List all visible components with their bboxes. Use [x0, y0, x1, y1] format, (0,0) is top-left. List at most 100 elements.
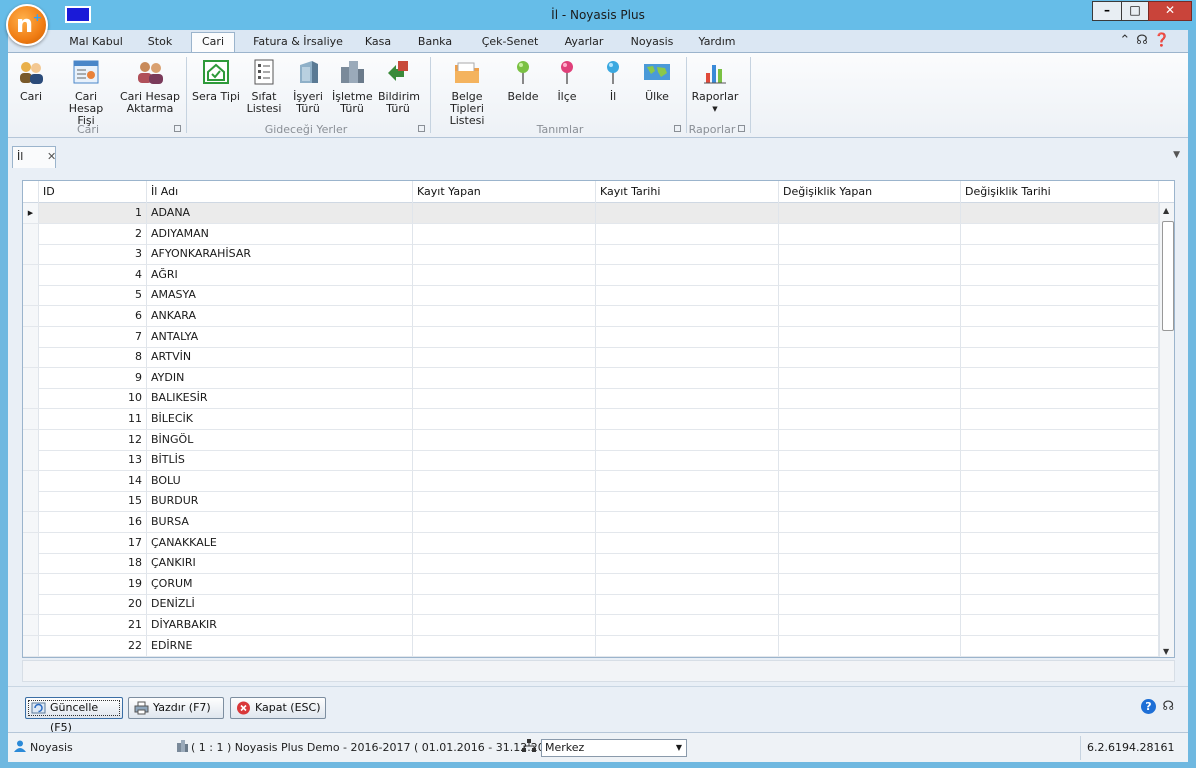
table-row[interactable]: 20 DENİZLİ — [23, 594, 1159, 616]
cell-kayit-yapan[interactable] — [413, 244, 596, 265]
cell-kayit-yapan[interactable] — [413, 306, 596, 326]
row-indicator[interactable] — [23, 553, 39, 574]
cell-id[interactable]: 5 — [39, 285, 147, 306]
cell-id[interactable]: 13 — [39, 450, 147, 471]
cell-kayit-tarihi[interactable] — [596, 553, 779, 574]
il-button[interactable]: İl — [596, 59, 630, 103]
cell-kayit-yapan[interactable] — [413, 285, 596, 306]
cell-il-adi[interactable]: AMASYA — [147, 285, 413, 306]
collapse-ribbon-icon[interactable]: ⌃ — [1119, 33, 1136, 48]
tab-banka[interactable]: Banka — [412, 33, 458, 52]
table-row[interactable]: 11 BİLECİK — [23, 409, 1159, 430]
cell-id[interactable]: 15 — [39, 491, 147, 512]
cell-degisiklik-yapan[interactable] — [779, 285, 961, 306]
cell-il-adi[interactable]: BURDUR — [147, 491, 413, 512]
cell-id[interactable]: 1 — [39, 203, 147, 223]
cell-il-adi[interactable]: ANTALYA — [147, 326, 413, 347]
cell-kayit-yapan[interactable] — [413, 223, 596, 244]
cell-kayit-tarihi[interactable] — [596, 367, 779, 388]
col-header-degisiklik-yapan[interactable]: Değişiklik Yapan — [779, 181, 961, 203]
cell-kayit-tarihi[interactable] — [596, 532, 779, 553]
cell-degisiklik-yapan[interactable] — [779, 326, 961, 347]
cell-degisiklik-tarihi[interactable] — [961, 429, 1159, 450]
cell-kayit-tarihi[interactable] — [596, 409, 779, 429]
cell-kayit-tarihi[interactable] — [596, 326, 779, 347]
cell-degisiklik-tarihi[interactable] — [961, 409, 1159, 429]
cell-degisiklik-yapan[interactable] — [779, 470, 961, 491]
cell-kayit-yapan[interactable] — [413, 409, 596, 429]
cell-degisiklik-tarihi[interactable] — [961, 450, 1159, 471]
cell-degisiklik-yapan[interactable] — [779, 491, 961, 512]
raporlar-group-launcher[interactable] — [738, 125, 745, 132]
table-row[interactable]: 6 ANKARA — [23, 306, 1159, 327]
table-row[interactable]: 9 AYDIN — [23, 367, 1159, 389]
cell-degisiklik-tarihi[interactable] — [961, 470, 1159, 491]
cell-kayit-yapan[interactable] — [413, 203, 596, 223]
cell-id[interactable]: 18 — [39, 553, 147, 574]
cell-il-adi[interactable]: BİNGÖL — [147, 429, 413, 450]
cell-degisiklik-tarihi[interactable] — [961, 285, 1159, 306]
cell-degisiklik-tarihi[interactable] — [961, 306, 1159, 326]
cell-id[interactable]: 19 — [39, 573, 147, 594]
cell-degisiklik-yapan[interactable] — [779, 223, 961, 244]
table-row[interactable]: 10 BALIKESİR — [23, 388, 1159, 410]
data-grid[interactable]: ID İl Adı Kayıt Yapan Kayıt Tarihi Değiş… — [22, 180, 1175, 658]
table-row[interactable]: 14 BOLU — [23, 470, 1159, 492]
table-row[interactable]: 17 ÇANAKKALE — [23, 532, 1159, 554]
cell-kayit-tarihi[interactable] — [596, 512, 779, 532]
col-header-il-adi[interactable]: İl Adı — [147, 181, 413, 203]
row-indicator[interactable] — [23, 388, 39, 409]
cell-degisiklik-tarihi[interactable] — [961, 367, 1159, 388]
cell-kayit-tarihi[interactable] — [596, 429, 779, 450]
close-tab-icon[interactable]: ✕ — [47, 147, 56, 167]
cell-id[interactable]: 10 — [39, 388, 147, 409]
cell-degisiklik-yapan[interactable] — [779, 306, 961, 326]
row-indicator[interactable] — [23, 635, 39, 656]
table-row[interactable]: 19 ÇORUM — [23, 573, 1159, 595]
support-icon[interactable]: ☊ — [1136, 33, 1154, 48]
tab-stok[interactable]: Stok — [138, 33, 182, 52]
bildirim-turu-button[interactable]: Bildirim Türü — [378, 59, 420, 115]
cell-degisiklik-yapan[interactable] — [779, 594, 961, 615]
app-logo-icon[interactable]: n + — [6, 4, 48, 46]
cell-degisiklik-tarihi[interactable] — [961, 347, 1159, 368]
ulke-button[interactable]: Ülke — [640, 59, 674, 103]
cell-degisiklik-yapan[interactable] — [779, 244, 961, 265]
cell-id[interactable]: 21 — [39, 615, 147, 635]
cell-kayit-tarihi[interactable] — [596, 470, 779, 491]
row-indicator[interactable] — [23, 615, 39, 635]
cell-kayit-tarihi[interactable] — [596, 615, 779, 635]
row-indicator[interactable] — [23, 470, 39, 491]
belde-button[interactable]: Belde — [506, 59, 540, 103]
cell-id[interactable]: 11 — [39, 409, 147, 429]
table-row[interactable]: 12 BİNGÖL — [23, 429, 1159, 451]
cell-degisiklik-tarihi[interactable] — [961, 244, 1159, 265]
cell-kayit-yapan[interactable] — [413, 594, 596, 615]
cell-kayit-yapan[interactable] — [413, 388, 596, 409]
col-header-kayit-tarihi[interactable]: Kayıt Tarihi — [596, 181, 779, 203]
cell-degisiklik-tarihi[interactable] — [961, 512, 1159, 532]
cell-id[interactable]: 3 — [39, 244, 147, 265]
row-indicator[interactable]: ▶ — [23, 203, 39, 223]
row-indicator[interactable] — [23, 285, 39, 306]
row-indicator[interactable] — [23, 244, 39, 265]
cell-id[interactable]: 7 — [39, 326, 147, 347]
table-row[interactable]: 22 EDİRNE — [23, 635, 1159, 657]
cell-degisiklik-tarihi[interactable] — [961, 615, 1159, 635]
cell-degisiklik-yapan[interactable] — [779, 450, 961, 471]
cell-il-adi[interactable]: ADANA — [147, 203, 413, 223]
cell-il-adi[interactable]: EDİRNE — [147, 635, 413, 656]
table-row[interactable]: 16 BURSA — [23, 512, 1159, 533]
cell-degisiklik-tarihi[interactable] — [961, 326, 1159, 347]
cell-kayit-yapan[interactable] — [413, 512, 596, 532]
cell-kayit-yapan[interactable] — [413, 470, 596, 491]
cell-degisiklik-yapan[interactable] — [779, 347, 961, 368]
cell-il-adi[interactable]: ÇANAKKALE — [147, 532, 413, 553]
table-row[interactable]: 21 DİYARBAKIR — [23, 615, 1159, 636]
row-indicator[interactable] — [23, 367, 39, 388]
row-indicator[interactable] — [23, 409, 39, 429]
help-icon[interactable]: ? — [1140, 699, 1156, 714]
cari-hesap-fisi-button[interactable]: Cari Hesap Fişi — [58, 59, 114, 127]
cell-degisiklik-yapan[interactable] — [779, 553, 961, 574]
cell-il-adi[interactable]: BOLU — [147, 470, 413, 491]
